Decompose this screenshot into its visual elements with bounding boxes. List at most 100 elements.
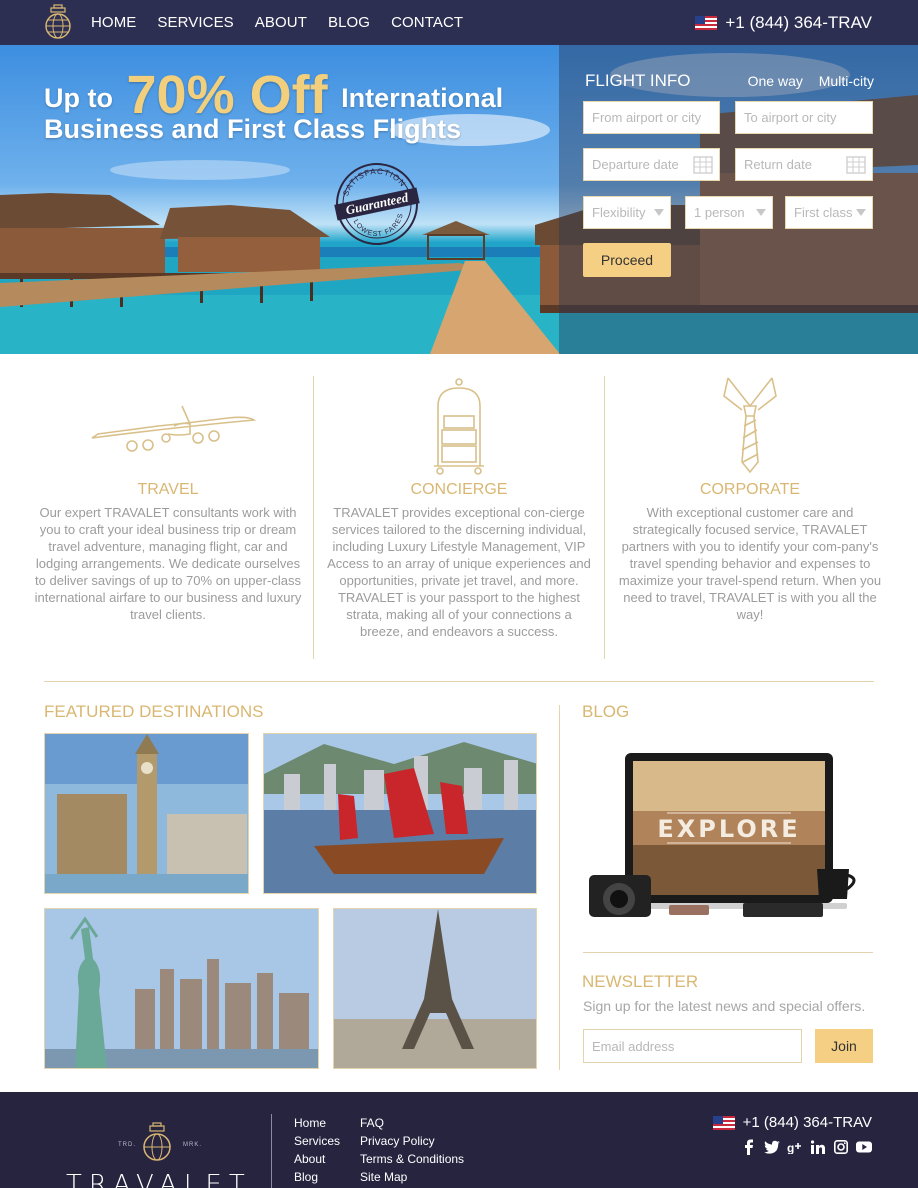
- calendar-icon[interactable]: [846, 156, 866, 174]
- footer-link-home[interactable]: Home: [294, 1114, 340, 1132]
- hero-line1-pre: Up to: [44, 83, 113, 113]
- luggage-cart-icon: [434, 378, 484, 475]
- globe-bellhop-logo-icon[interactable]: [44, 4, 72, 40]
- to-airport-placeholder: To airport or city: [744, 110, 837, 125]
- newsletter-subtitle: Sign up for the latest news and special …: [583, 998, 866, 1014]
- twitter-icon[interactable]: [764, 1139, 780, 1155]
- footer-divider: [271, 1114, 272, 1188]
- service-corporate: CORPORATE With exceptional customer care…: [616, 376, 884, 623]
- blog-divider: [583, 952, 873, 953]
- instagram-icon[interactable]: [833, 1139, 849, 1155]
- top-nav: HOME SERVICES ABOUT BLOG CONTACT +1 (844…: [0, 0, 918, 45]
- linkedin-icon[interactable]: [810, 1139, 826, 1155]
- service-travel: TRAVEL Our expert TRAVALET consultants w…: [34, 376, 302, 623]
- chevron-down-icon: [856, 209, 866, 216]
- footer-link-terms[interactable]: Terms & Conditions: [360, 1150, 464, 1168]
- departure-date-placeholder: Departure date: [592, 157, 679, 172]
- hero-headline: Up to 70% Off International Business and…: [44, 67, 503, 144]
- persons-select[interactable]: 1 person: [685, 196, 773, 229]
- footer-phone[interactable]: +1 (844) 364-TRAV: [712, 1114, 872, 1131]
- class-select[interactable]: First class: [785, 196, 873, 229]
- departure-date-input[interactable]: Departure date: [583, 148, 720, 181]
- hero-line2: Business and First Class Flights: [44, 114, 462, 144]
- service-concierge: CONCIERGE TRAVALET provides exceptional …: [325, 376, 593, 640]
- blog-laptop-camera-image[interactable]: EXPLORE: [583, 735, 873, 930]
- blog-title: BLOG: [582, 702, 630, 721]
- flexibility-select[interactable]: Flexibility: [583, 196, 671, 229]
- nav-home[interactable]: HOME: [91, 14, 136, 31]
- destination-london-photo[interactable]: [44, 733, 249, 894]
- svg-text:g: g: [787, 1141, 794, 1154]
- necktie-icon: [723, 377, 777, 474]
- proceed-button[interactable]: Proceed: [583, 243, 671, 277]
- footer-tm-left: TRD.: [118, 1142, 136, 1148]
- destination-paris-photo[interactable]: [333, 908, 537, 1069]
- svg-text:LOWEST FARES: LOWEST FARES: [352, 212, 405, 238]
- footer-link-blog[interactable]: Blog: [294, 1168, 340, 1186]
- calendar-icon[interactable]: [693, 156, 713, 174]
- facebook-icon[interactable]: [741, 1139, 757, 1155]
- service-divider: [604, 376, 605, 659]
- header-phone[interactable]: +1 (844) 364-TRAV: [695, 0, 872, 45]
- footer-link-sitemap[interactable]: Site Map: [360, 1168, 464, 1186]
- footer-link-services[interactable]: Services: [294, 1132, 340, 1150]
- footer: TRD. MRK. TRAVALET Home Services About B…: [0, 1092, 918, 1188]
- footer-links-col1: Home Services About Blog: [294, 1114, 340, 1186]
- nav-blog[interactable]: BLOG: [328, 14, 370, 31]
- chevron-down-icon: [654, 209, 664, 216]
- featured-destinations-title: FEATURED DESTINATIONS: [44, 702, 264, 721]
- newsletter-email-input[interactable]: Email address: [583, 1029, 802, 1063]
- persons-value: 1 person: [694, 205, 745, 220]
- flexibility-value: Flexibility: [592, 205, 646, 220]
- return-date-input[interactable]: Return date: [735, 148, 873, 181]
- class-value: First class: [794, 205, 853, 220]
- airplane-icon: [91, 405, 257, 452]
- from-airport-input[interactable]: From airport or city: [583, 101, 720, 134]
- google-plus-icon[interactable]: g: [787, 1139, 803, 1155]
- hero-line1-post: International: [341, 83, 504, 113]
- newsletter-title: NEWSLETTER: [582, 972, 699, 991]
- service-text-travel: Our expert TRAVALET consultants work wit…: [34, 505, 302, 622]
- section-divider: [44, 681, 874, 682]
- stamp-bottom-text: LOWEST FARES: [352, 212, 404, 238]
- service-title-concierge: CONCIERGE: [410, 481, 508, 498]
- service-text-concierge: TRAVALET provides exceptional con-cierge…: [327, 505, 591, 639]
- footer-brand: TRAVALET: [66, 1170, 252, 1188]
- one-way-option[interactable]: One way: [748, 73, 803, 89]
- destination-newyork-photo[interactable]: [44, 908, 319, 1069]
- column-divider: [559, 705, 560, 1070]
- us-flag-icon: [695, 15, 718, 30]
- footer-links-col2: FAQ Privacy Policy Terms & Conditions Si…: [360, 1114, 464, 1186]
- footer-phone-number: +1 (844) 364-TRAV: [742, 1114, 872, 1131]
- join-button[interactable]: Join: [815, 1029, 873, 1063]
- chevron-down-icon: [756, 209, 766, 216]
- service-title-corporate: CORPORATE: [699, 481, 801, 498]
- flight-info-title: FLIGHT INFO: [585, 71, 691, 90]
- nav-contact[interactable]: CONTACT: [391, 14, 463, 31]
- trip-type-options: One way Multi-city: [736, 73, 874, 89]
- destination-hongkong-photo[interactable]: [263, 733, 537, 894]
- email-placeholder: Email address: [592, 1038, 675, 1054]
- to-airport-input[interactable]: To airport or city: [735, 101, 873, 134]
- service-text-corporate: With exceptional customer care and strat…: [618, 505, 882, 622]
- hero-banner: Up to 70% Off International Business and…: [0, 45, 918, 354]
- youtube-icon[interactable]: [856, 1139, 872, 1155]
- satisfaction-guaranteed-stamp-icon: SATISFACTION Guaranteed LOWEST FARES: [334, 163, 420, 245]
- service-title-travel: TRAVEL: [137, 481, 199, 498]
- nav-about[interactable]: ABOUT: [255, 14, 307, 31]
- return-date-placeholder: Return date: [744, 157, 812, 172]
- main-nav: HOME SERVICES ABOUT BLOG CONTACT: [91, 0, 484, 45]
- blog-image-word: EXPLORE: [657, 815, 800, 843]
- footer-link-privacy[interactable]: Privacy Policy: [360, 1132, 464, 1150]
- flight-info-form: FLIGHT INFO One way Multi-city From airp…: [559, 45, 918, 354]
- multi-city-option[interactable]: Multi-city: [819, 73, 874, 89]
- from-airport-placeholder: From airport or city: [592, 110, 702, 125]
- footer-link-faq[interactable]: FAQ: [360, 1114, 464, 1132]
- globe-bellhop-logo-icon[interactable]: [141, 1122, 173, 1162]
- header-phone-number: +1 (844) 364-TRAV: [725, 12, 872, 32]
- nav-services[interactable]: SERVICES: [157, 14, 233, 31]
- service-divider: [313, 376, 314, 659]
- footer-link-about[interactable]: About: [294, 1150, 340, 1168]
- footer-tm-right: MRK.: [183, 1142, 202, 1148]
- us-flag-icon: [712, 1115, 735, 1130]
